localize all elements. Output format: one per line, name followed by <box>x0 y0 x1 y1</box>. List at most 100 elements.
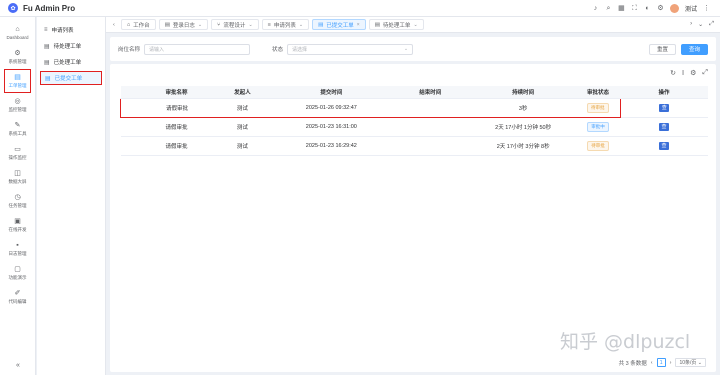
submenu-item-processed[interactable]: ▤ 已处理工单 <box>40 55 102 69</box>
rail-item-bigscreen[interactable]: ◫ 数据大屏 <box>0 165 35 189</box>
settings-icon[interactable]: ⚙ <box>657 5 664 12</box>
col-status: 审批状态 <box>576 86 621 99</box>
col-actions: 操作 <box>620 86 708 99</box>
view-button[interactable]: 查 <box>659 103 670 112</box>
list-icon: ▤ <box>318 21 324 28</box>
close-icon[interactable]: ⌄ <box>299 22 303 28</box>
tabs-fullscreen-icon[interactable]: ⤢ <box>709 21 714 28</box>
rail-item-demo[interactable]: ▢ 功能演示 <box>0 261 35 285</box>
clock-icon: ◷ <box>14 193 21 201</box>
reset-button[interactable]: 重置 <box>648 43 676 55</box>
home-icon: ⌂ <box>15 26 20 33</box>
tab-flow-design[interactable]: ⑂ 流程设计 ⌄ <box>211 19 259 30</box>
prev-page-icon[interactable]: ‹ <box>651 360 653 366</box>
list-icon: ▤ <box>44 43 50 50</box>
rail-item-dashboard[interactable]: ⌂ Dashboard <box>0 21 35 45</box>
tab-pending[interactable]: ▤ 待处理工单 ⌄ <box>368 19 424 30</box>
more-icon[interactable]: ⋮ <box>703 5 710 12</box>
rail-item-tools[interactable]: ✎ 系统工具 <box>0 117 35 141</box>
collapse-icon[interactable]: « <box>0 362 36 369</box>
logo[interactable]: ✿ Fu Admin Pro <box>0 3 105 13</box>
col-initiator: 发起人 <box>212 86 273 99</box>
chart-icon: ◫ <box>14 169 21 177</box>
fullscreen-icon[interactable]: ⤢ <box>702 69 708 77</box>
submenu-item-pending[interactable]: ▤ 待处理工单 <box>40 39 102 53</box>
home-icon: ⌂ <box>126 21 131 28</box>
close-icon[interactable]: ⌄ <box>413 22 417 28</box>
screen-icon: ▭ <box>14 145 21 153</box>
pagination: 共 3 条数据 ‹ 1 › 10条/页 ⌄ <box>619 358 706 367</box>
tabs-menu-icon[interactable]: ⌄ <box>698 21 703 28</box>
table-row[interactable]: 请假审批 测试 2025-01-26 09:32:47 3秒 待审批 查 <box>120 97 708 118</box>
list-icon: ≡ <box>44 27 48 33</box>
rail-item-editor[interactable]: ✐ 代码编辑 <box>0 285 35 309</box>
close-icon[interactable]: ⌄ <box>198 22 202 28</box>
col-duration: 持续时间 <box>470 86 577 99</box>
theme-icon[interactable]: ◐ <box>644 5 651 12</box>
table-row[interactable]: 请假审批 测试 2025-01-23 16:31:00 2天 17小时 1分钟 … <box>120 117 708 137</box>
status-badge: 审批中 <box>587 121 609 132</box>
submenu-item-submitted[interactable]: ▤ 已提交工单 <box>40 71 102 85</box>
page-size-select[interactable]: 10条/页 ⌄ <box>675 358 706 367</box>
list-icon: ▤ <box>374 21 380 28</box>
view-button[interactable]: 查 <box>659 122 670 131</box>
logo-icon: ✿ <box>8 3 18 13</box>
table-header: 审批名称 发起人 提交时间 结束时间 持续时间 审批状态 操作 <box>120 86 708 99</box>
rail-item-system[interactable]: ⚙ 系统管理 <box>0 45 35 69</box>
sub-menu: ≡ 申请列表 ▤ 待处理工单 ▤ 已处理工单 ▤ 已提交工单 <box>37 17 106 375</box>
avatar[interactable] <box>669 3 679 13</box>
list-icon: ≡ <box>267 21 271 28</box>
submenu-item-apply-list[interactable]: ≡ 申请列表 <box>40 23 102 37</box>
tab-submitted[interactable]: ▤ 已提交工单 × <box>312 19 366 30</box>
monitor-icon: ◎ <box>14 97 21 105</box>
rail-item-tasks[interactable]: ◷ 任务管理 <box>0 189 35 213</box>
status-badge: 待审批 <box>587 102 609 113</box>
query-button[interactable]: 查询 <box>680 43 708 55</box>
data-table: 审批名称 发起人 提交时间 结束时间 持续时间 审批状态 操作 请假审批 测试 … <box>120 86 708 156</box>
bell-icon[interactable]: ♪ <box>592 5 599 12</box>
list-icon: ▤ <box>44 59 50 66</box>
search-icon[interactable]: ⌕ <box>605 5 612 12</box>
tabs-prev-icon[interactable]: ‹ <box>110 19 118 30</box>
rail-item-dev[interactable]: ▣ 在线开发 <box>0 213 35 237</box>
sidebar-rail: ⌂ Dashboard ⚙ 系统管理 ▤ 工单管理 ◎ 监控管理 ✎ 系统工具 ▭ 操作监控… <box>0 17 36 375</box>
rail-item-logs[interactable]: ▪ 日志管理 <box>0 237 35 261</box>
tab-login-log[interactable]: ▤ 登录日志 ⌄ <box>158 19 209 30</box>
gear-icon: ⚙ <box>14 49 21 57</box>
log-icon: ▤ <box>164 21 170 28</box>
name-input[interactable]: 请输入 <box>144 43 251 55</box>
top-right-actions: ♪ ⌕ ▦ ⛶ ◐ ⚙ 测试 ⋮ <box>592 3 720 13</box>
table-panel: ↻ Ⅰ ⚙ ⤢ 审批名称 发起人 提交时间 结束时间 持续时间 审批状态 操作 … <box>110 64 716 372</box>
search-panel: 岗位名称 请输入 状态 请选择 ⌄ 重置 查询 <box>110 37 716 61</box>
status-select[interactable]: 请选择 ⌄ <box>287 43 414 55</box>
chevron-down-icon: ⌄ <box>403 46 409 52</box>
log-icon: ▪ <box>16 241 19 249</box>
rail-item-workorder[interactable]: ▤ 工单管理 <box>4 69 31 93</box>
view-button[interactable]: 查 <box>659 141 670 150</box>
column-settings-icon[interactable]: ⚙ <box>690 69 696 77</box>
close-icon[interactable]: ⌄ <box>248 22 252 28</box>
rail-item-opmonitor[interactable]: ▭ 操作监控 <box>0 141 35 165</box>
tabs-next-icon[interactable]: › <box>690 21 692 28</box>
tabs-bar: ‹ ⌂ 工作台 ▤ 登录日志 ⌄ ⑂ 流程设计 ⌄ ≡ 申请列表 ⌄ ▤ 已提交工单 × ▤ 待处理… <box>106 17 720 33</box>
code-icon: ▣ <box>14 217 21 225</box>
tabs-right: › ⌄ ⤢ <box>690 21 720 28</box>
refresh-icon[interactable]: ↻ <box>670 69 676 77</box>
rail-item-monitor[interactable]: ◎ 监控管理 <box>0 93 35 117</box>
grid-icon[interactable]: ▦ <box>618 5 625 12</box>
fullscreen-icon[interactable]: ⛶ <box>631 5 638 12</box>
edit-icon: ✐ <box>14 289 21 297</box>
page-number[interactable]: 1 <box>656 358 666 367</box>
table-toolbar: ↻ Ⅰ ⚙ ⤢ <box>670 69 708 77</box>
top-bar: ✿ Fu Admin Pro ♪ ⌕ ▦ ⛶ ◐ ⚙ 测试 ⋮ <box>0 0 720 17</box>
status-badge: 待审批 <box>587 140 609 151</box>
tab-workbench[interactable]: ⌂ 工作台 <box>120 19 156 30</box>
username[interactable]: 测试 <box>685 4 697 13</box>
col-name: 审批名称 <box>120 86 213 99</box>
next-page-icon[interactable]: › <box>670 360 672 366</box>
table-row[interactable]: 请假审批 测试 2025-01-23 16:29:42 2天 17小时 3分钟 … <box>120 136 708 156</box>
density-icon[interactable]: Ⅰ <box>682 69 684 77</box>
tab-apply-list[interactable]: ≡ 申请列表 ⌄ <box>261 19 310 30</box>
close-icon[interactable]: × <box>357 22 360 28</box>
col-submit-time: 提交时间 <box>272 86 391 99</box>
